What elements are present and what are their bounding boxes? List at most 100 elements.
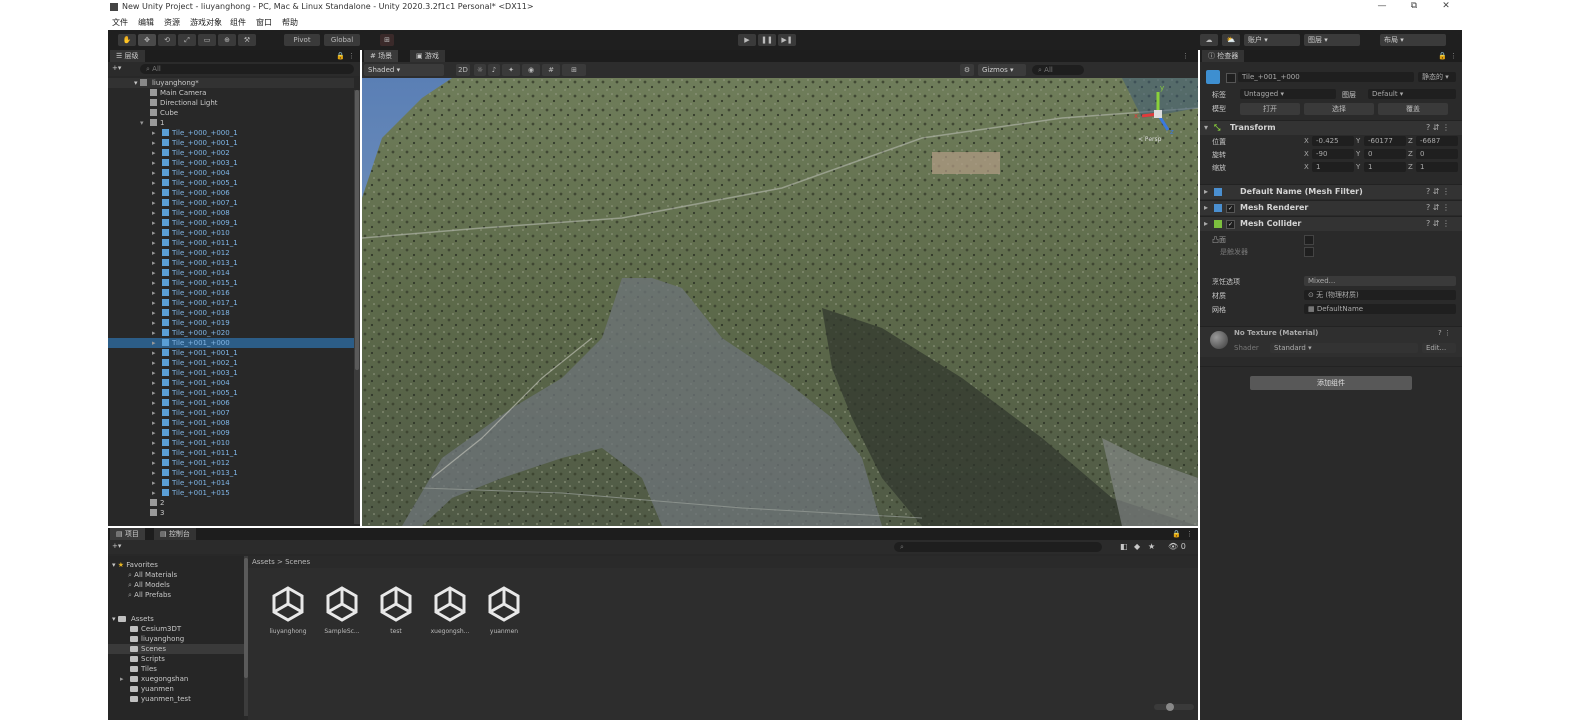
project-search-input[interactable]: ⌕ (894, 542, 1102, 552)
hierarchy-row[interactable]: ▸ Tile_+001_+003_1 (108, 368, 354, 378)
menu-window[interactable]: 窗口 (256, 17, 272, 28)
row-expand-icon[interactable]: ▸ (152, 438, 162, 448)
hierarchy-row[interactable]: ▸ Tile_+000_+003_1 (108, 158, 354, 168)
component-header[interactable]: ▸ ✓ Mesh Collider ? ⇵ ⋮ (1200, 216, 1462, 231)
component-header[interactable]: ▸ Default Name (Mesh Filter) ? ⇵ ⋮ (1200, 184, 1462, 199)
transform-x-field[interactable]: 1 (1312, 162, 1354, 172)
hierarchy-row[interactable]: ▸ Tile_+001_+013_1 (108, 468, 354, 478)
step-button[interactable]: ▶❚ (778, 34, 796, 46)
overrides-button[interactable]: 覆盖 (1378, 103, 1448, 115)
row-expand-icon[interactable]: ▸ (152, 148, 162, 158)
tag-dropdown[interactable]: Untagged ▾ (1240, 89, 1336, 99)
hierarchy-row[interactable]: ▸ Tile_+000_+008 (108, 208, 354, 218)
row-expand-icon[interactable]: ▸ (152, 258, 162, 268)
hidden-packages-icon[interactable]: 👁 0 (1168, 542, 1186, 551)
folder-item[interactable]: Cesium3DT (108, 624, 244, 634)
menu-edit[interactable]: 编辑 (138, 17, 154, 28)
hierarchy-row[interactable]: ▸ Tile_+001_+011_1 (108, 448, 354, 458)
hierarchy-row[interactable]: ▸ Tile_+000_+018 (108, 308, 354, 318)
play-button[interactable]: ▶ (738, 34, 756, 46)
hierarchy-row[interactable]: Directional Light (108, 98, 354, 108)
transform-foldout-icon[interactable]: ▾ (1204, 121, 1208, 135)
row-expand-icon[interactable]: ▸ (152, 248, 162, 258)
lock-icon[interactable]: 🔒 (336, 52, 345, 60)
favorites-row[interactable]: ▾ ★ Favorites (108, 560, 244, 570)
folder-item[interactable]: Scripts (108, 654, 244, 664)
scene-viewport[interactable]: y x z < Persp (362, 78, 1198, 526)
layer-dropdown[interactable]: Default ▾ (1368, 89, 1456, 99)
transform-tool-button[interactable]: ⊕ (218, 34, 236, 46)
folder-expand-icon[interactable]: ▸ (120, 674, 130, 684)
hierarchy-row[interactable]: 2 (108, 498, 354, 508)
hierarchy-row[interactable]: ▸ Tile_+001_+001_1 (108, 348, 354, 358)
breadcrumb[interactable]: Assets > Scenes (248, 556, 1198, 568)
object-name-field[interactable]: Tile_+001_+000 (1238, 72, 1414, 82)
scene-search-input[interactable]: ⌕ All (1032, 65, 1084, 75)
hierarchy-row[interactable]: ▸ Tile_+000_+016 (108, 288, 354, 298)
hierarchy-row[interactable]: ▸ Tile_+000_+000_1 (108, 128, 354, 138)
folder-item[interactable]: liuyanghong (108, 634, 244, 644)
row-expand-icon[interactable]: ▸ (152, 468, 162, 478)
row-expand-icon[interactable]: ▸ (152, 318, 162, 328)
transform-header[interactable]: ▾ ⤡ Transform ? ⇵ ⋮ (1200, 120, 1462, 135)
gizmos-dropdown[interactable]: Gizmos ▾ (978, 64, 1026, 76)
row-expand-icon[interactable]: ▸ (152, 138, 162, 148)
row-expand-icon[interactable]: ▸ (152, 348, 162, 358)
transform-x-field[interactable]: -90 (1312, 149, 1354, 159)
menu-help[interactable]: 帮助 (282, 17, 298, 28)
hierarchy-scroll-thumb[interactable] (355, 90, 359, 370)
hierarchy-row[interactable]: ▸ Tile_+001_+009 (108, 428, 354, 438)
component-foldout-icon[interactable]: ▸ (1204, 217, 1208, 231)
row-expand-icon[interactable]: ▸ (152, 228, 162, 238)
hierarchy-row[interactable]: ▸ Tile_+000_+020 (108, 328, 354, 338)
project-kebab-icon[interactable]: ⋮ (1186, 530, 1193, 538)
hierarchy-row[interactable]: ▸ Tile_+001_+012 (108, 458, 354, 468)
hierarchy-row[interactable]: Main Camera (108, 88, 354, 98)
transform-y-field[interactable]: 0 (1364, 149, 1406, 159)
hierarchy-row[interactable]: ▸ Tile_+000_+005_1 (108, 178, 354, 188)
hierarchy-row[interactable]: ▸ Tile_+001_+002_1 (108, 358, 354, 368)
row-expand-icon[interactable]: ▸ (152, 368, 162, 378)
filter-label-icon[interactable]: ◆ (1134, 542, 1140, 551)
row-expand-icon[interactable]: ▸ (152, 428, 162, 438)
active-checkbox[interactable] (1226, 73, 1236, 83)
pivot-toggle[interactable]: Pivot (284, 34, 320, 46)
rect-tool-button[interactable]: ▭ (198, 34, 216, 46)
row-expand-icon[interactable]: ▸ (152, 238, 162, 248)
component-help-icon[interactable]: ? ⇵ ⋮ (1426, 185, 1450, 199)
scene-asset[interactable]: test (370, 580, 422, 640)
camera-settings-icon[interactable]: ⚙ (960, 64, 974, 76)
static-dropdown[interactable]: 静态的 ▾ (1418, 72, 1456, 82)
row-expand-icon[interactable]: ▸ (152, 338, 162, 348)
project-lock-icon[interactable]: 🔒 (1172, 530, 1181, 538)
inspector-kebab-icon[interactable]: ⋮ (1450, 52, 1457, 60)
inspector-lock-icon[interactable]: 🔒 (1438, 52, 1447, 60)
collab-icon[interactable]: ☁ (1200, 34, 1218, 46)
scene-asset[interactable]: SampleSc... (316, 580, 368, 640)
trigger-checkbox[interactable] (1304, 247, 1314, 257)
transform-z-field[interactable]: 0 (1416, 149, 1458, 159)
snap-icon[interactable]: ⊞ (380, 34, 394, 46)
lighting-icon[interactable]: ☼ (474, 64, 486, 76)
hierarchy-row[interactable]: Cube (108, 108, 354, 118)
scale-tool-button[interactable]: ⤢ (178, 34, 196, 46)
add-component-button[interactable]: 添加组件 (1250, 376, 1412, 390)
scene-asset[interactable]: liuyanghong (262, 580, 314, 640)
transform-z-field[interactable]: -6687 (1416, 136, 1458, 146)
filter-type-icon[interactable]: ◧ (1120, 542, 1128, 551)
row-expand-icon[interactable]: ▸ (152, 128, 162, 138)
favorites-expand-icon[interactable]: ▾ (112, 561, 116, 569)
row-expand-icon[interactable]: ▸ (152, 328, 162, 338)
hidden-objects-icon[interactable]: ◉ (522, 64, 540, 76)
hierarchy-row[interactable]: ▸ Tile_+000_+019 (108, 318, 354, 328)
layers-dropdown[interactable]: 图层 ▾ (1304, 34, 1360, 46)
custom-tool-button[interactable]: ⚒ (238, 34, 256, 46)
component-foldout-icon[interactable]: ▸ (1204, 185, 1208, 199)
shading-dropdown[interactable]: Shaded ▾ (364, 64, 444, 76)
tab-project[interactable]: ▤ 项目 (110, 528, 145, 540)
hierarchy-scrollbar[interactable] (354, 90, 360, 524)
open-button[interactable]: 打开 (1240, 103, 1300, 115)
rotate-tool-button[interactable]: ⟲ (158, 34, 176, 46)
row-expand-icon[interactable]: ▸ (152, 308, 162, 318)
transform-z-field[interactable]: 1 (1416, 162, 1458, 172)
